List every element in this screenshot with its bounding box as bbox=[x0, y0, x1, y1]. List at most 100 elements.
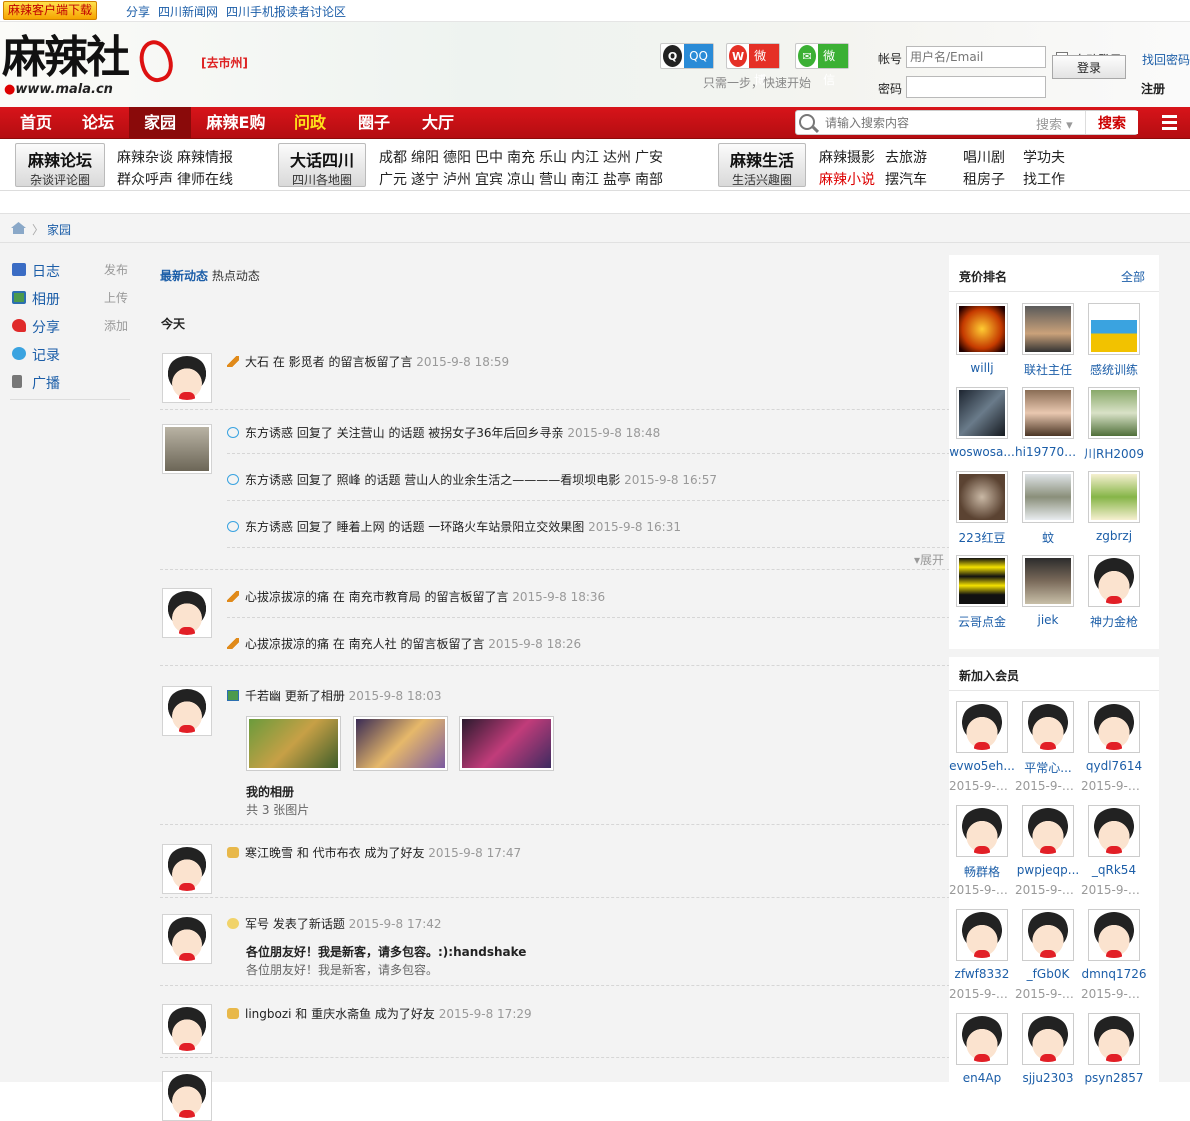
avatar[interactable] bbox=[162, 686, 212, 736]
member-name[interactable]: zgbrzj bbox=[1081, 529, 1147, 543]
member-avatar[interactable] bbox=[1022, 805, 1074, 857]
member-avatar[interactable] bbox=[1088, 471, 1140, 523]
member-name[interactable]: en4Ap bbox=[949, 1071, 1015, 1085]
cat-link[interactable]: 广安 bbox=[635, 147, 663, 167]
member-name[interactable]: sjju2303 bbox=[1015, 1071, 1081, 1085]
member-name[interactable]: jiek bbox=[1015, 613, 1081, 627]
member-avatar[interactable] bbox=[1088, 1013, 1140, 1065]
nav-eshop[interactable]: 麻辣E购 bbox=[198, 107, 274, 138]
search-input[interactable] bbox=[825, 113, 1023, 132]
nav-hall[interactable]: 大厅 bbox=[410, 107, 466, 138]
top-link-mobile-forum[interactable]: 四川手机报读者讨论区 bbox=[226, 3, 346, 20]
forgot-password-link[interactable]: 找回密码 bbox=[1142, 51, 1190, 68]
member-avatar[interactable] bbox=[1022, 1013, 1074, 1065]
member-name[interactable]: pwpjeqp... bbox=[1015, 863, 1081, 877]
login-button[interactable]: 登录 bbox=[1052, 55, 1126, 79]
cat-link[interactable]: 凉山 bbox=[507, 169, 535, 189]
album-thumbnail[interactable] bbox=[353, 716, 448, 771]
register-link[interactable]: 注册 bbox=[1141, 80, 1165, 97]
cat-link[interactable]: 去旅游 bbox=[885, 147, 963, 167]
album-title[interactable]: 我的相册 bbox=[246, 783, 294, 800]
member-name[interactable]: 平常心... bbox=[1015, 759, 1081, 776]
member-avatar[interactable] bbox=[1022, 387, 1074, 439]
member-name[interactable]: 神力金枪 bbox=[1081, 613, 1147, 630]
avatar[interactable] bbox=[162, 353, 212, 403]
nav-home[interactable]: 首页 bbox=[8, 107, 64, 138]
cat-link[interactable]: 群众呼声 bbox=[117, 169, 173, 189]
sidebar-item-broadcast[interactable]: 广播 bbox=[10, 367, 130, 395]
album-upload-link[interactable]: 上传 bbox=[104, 289, 128, 306]
top-link-scnews[interactable]: 四川新闻网 bbox=[158, 3, 218, 20]
breadcrumb-current[interactable]: 家园 bbox=[47, 221, 71, 238]
cat-link[interactable]: 遂宁 bbox=[411, 169, 439, 189]
member-name[interactable]: 云哥点金 bbox=[949, 613, 1015, 630]
sidebar-item-album[interactable]: 相册 上传 bbox=[10, 283, 130, 311]
member-avatar[interactable] bbox=[1022, 909, 1074, 961]
tab-latest[interactable]: 最新动态 bbox=[160, 269, 208, 283]
cat-link[interactable]: 宜宾 bbox=[475, 169, 503, 189]
nav-forum[interactable]: 论坛 bbox=[70, 107, 126, 138]
cat-link[interactable]: 营山 bbox=[539, 169, 567, 189]
search-button[interactable]: 搜索 bbox=[1085, 111, 1138, 134]
nav-wenzheng[interactable]: 问政 bbox=[282, 107, 338, 138]
member-avatar[interactable] bbox=[956, 701, 1008, 753]
member-name[interactable]: willj bbox=[949, 361, 1015, 375]
cat-link[interactable]: 麻辣小说 bbox=[819, 169, 885, 189]
cat-link[interactable]: 麻辣摄影 bbox=[819, 147, 885, 167]
member-avatar[interactable] bbox=[1088, 701, 1140, 753]
cat-link[interactable]: 德阳 bbox=[443, 147, 471, 167]
avatar[interactable] bbox=[162, 844, 212, 894]
avatar[interactable] bbox=[162, 914, 212, 964]
category-sichuan-button[interactable]: 大话四川 四川各地圈 bbox=[278, 143, 366, 187]
member-avatar[interactable] bbox=[1088, 303, 1140, 355]
member-name[interactable]: psyn2857 bbox=[1081, 1071, 1147, 1085]
sidebar-item-record[interactable]: 记录 bbox=[10, 339, 130, 367]
cat-link[interactable]: 找工作 bbox=[1023, 169, 1065, 189]
cat-link[interactable]: 达州 bbox=[603, 147, 631, 167]
avatar[interactable] bbox=[162, 588, 212, 638]
wechat-login-button[interactable]: ✉ 微信 bbox=[795, 43, 849, 87]
member-avatar[interactable] bbox=[1088, 805, 1140, 857]
cat-link[interactable]: 学功夫 bbox=[1023, 147, 1065, 167]
city-switch-link[interactable]: [去市州] bbox=[201, 54, 248, 71]
cat-link[interactable]: 麻辣情报 bbox=[177, 147, 233, 167]
account-input[interactable] bbox=[906, 46, 1046, 68]
cat-link[interactable]: 唱川剧 bbox=[963, 147, 1023, 167]
nav-home-space[interactable]: 家园 bbox=[129, 107, 191, 138]
nav-circles[interactable]: 圈子 bbox=[346, 107, 402, 138]
cat-link[interactable]: 内江 bbox=[571, 147, 599, 167]
member-avatar[interactable] bbox=[1088, 555, 1140, 607]
avatar[interactable] bbox=[162, 1004, 212, 1054]
cat-link[interactable]: 乐山 bbox=[539, 147, 567, 167]
category-forum-button[interactable]: 麻辣论坛 杂谈评论圈 bbox=[15, 143, 105, 187]
member-avatar[interactable] bbox=[956, 303, 1008, 355]
cat-link[interactable]: 麻辣杂谈 bbox=[117, 147, 173, 167]
member-name[interactable]: _fGb0K bbox=[1015, 967, 1081, 981]
member-name[interactable]: 蚊 bbox=[1015, 529, 1081, 546]
member-name[interactable]: qydl7614 bbox=[1081, 759, 1147, 773]
member-avatar[interactable] bbox=[1088, 387, 1140, 439]
tab-hot[interactable]: 热点动态 bbox=[212, 269, 260, 283]
member-avatar[interactable] bbox=[956, 471, 1008, 523]
member-name[interactable]: _qRk54 bbox=[1081, 863, 1147, 877]
cat-link[interactable]: 盐亭 bbox=[603, 169, 631, 189]
member-name[interactable]: zfwf8332 bbox=[949, 967, 1015, 981]
member-avatar[interactable] bbox=[1022, 555, 1074, 607]
member-avatar[interactable] bbox=[956, 909, 1008, 961]
menu-icon[interactable] bbox=[1158, 112, 1178, 130]
share-add-link[interactable]: 添加 bbox=[104, 317, 128, 334]
search-type-select[interactable]: 搜索 ▾ bbox=[1036, 114, 1073, 133]
weibo-login-button[interactable]: W 微博 bbox=[726, 43, 780, 87]
site-logo[interactable]: 麻辣社 bbox=[2, 34, 130, 82]
member-name[interactable]: hi19770726 bbox=[1015, 445, 1081, 459]
member-avatar[interactable] bbox=[956, 805, 1008, 857]
cat-link[interactable]: 巴中 bbox=[475, 147, 503, 167]
topic-title[interactable]: 各位朋友好！我是新客，请多包容。:):handshake bbox=[246, 943, 526, 960]
sidebar-item-share[interactable]: 分享 添加 bbox=[10, 311, 130, 339]
member-avatar[interactable] bbox=[956, 555, 1008, 607]
cat-link[interactable]: 南江 bbox=[571, 169, 599, 189]
cat-link[interactable]: 律师在线 bbox=[177, 169, 233, 189]
top-link-share[interactable]: 分享 bbox=[126, 3, 150, 20]
home-icon[interactable] bbox=[11, 222, 26, 234]
ranking-all-link[interactable]: 全部 bbox=[1121, 268, 1145, 285]
